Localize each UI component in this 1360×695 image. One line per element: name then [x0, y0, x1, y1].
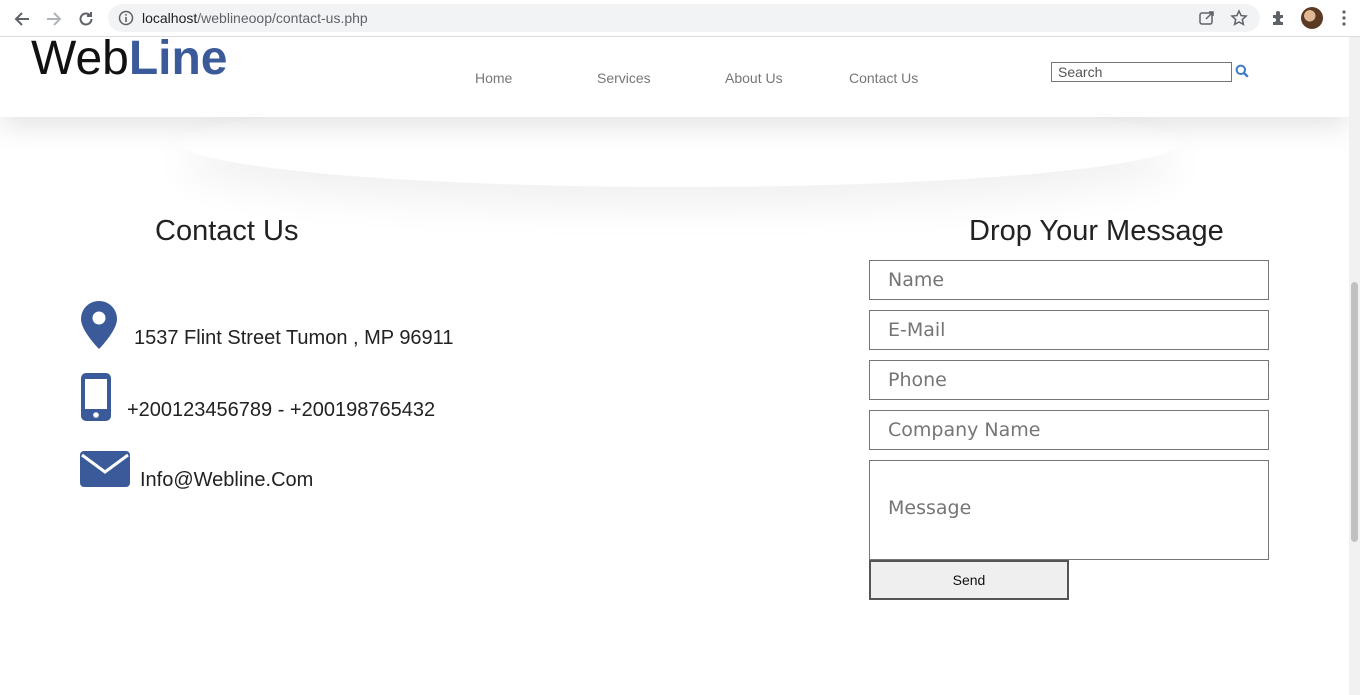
browser-toolbar: localhost/weblineoop/contact-us.php: [0, 0, 1360, 37]
name-field[interactable]: [869, 260, 1269, 300]
address-row: 1537 Flint Street Tumon , MP 96911: [80, 300, 453, 355]
page-viewport: WebLine Home Services About Us Contact U…: [0, 37, 1349, 695]
logo-web: Web: [31, 37, 129, 85]
extensions-icon[interactable]: [1269, 8, 1289, 28]
info-icon[interactable]: [118, 10, 134, 31]
menu-icon[interactable]: [1334, 8, 1354, 28]
address-text: 1537 Flint Street Tumon , MP 96911: [134, 327, 454, 349]
nav-about-us[interactable]: About Us: [725, 70, 783, 86]
url-host: localhost: [142, 10, 198, 26]
site-header: WebLine Home Services About Us Contact U…: [0, 37, 1349, 117]
search-input[interactable]: [1051, 62, 1232, 82]
send-button[interactable]: Send: [869, 560, 1069, 600]
form-title: Drop Your Message: [969, 215, 1224, 247]
share-icon[interactable]: [1198, 9, 1216, 32]
url-text: localhost/weblineoop/contact-us.php: [142, 10, 368, 26]
message-field[interactable]: [869, 460, 1269, 560]
nav-contact-us[interactable]: Contact Us: [849, 70, 918, 86]
phone-row: +200123456789 - +200198765432: [80, 372, 435, 427]
url-path: /weblineoop/contact-us.php: [197, 10, 368, 26]
map-marker-icon: [80, 300, 118, 355]
nav-home[interactable]: Home: [475, 70, 512, 86]
mobile-phone-icon: [80, 372, 112, 427]
address-bar[interactable]: localhost/weblineoop/contact-us.php: [108, 4, 1260, 32]
contact-title: Contact Us: [155, 215, 299, 247]
email-row: Info@Webline.Com: [80, 449, 313, 494]
email-field[interactable]: [869, 310, 1269, 350]
search-icon[interactable]: [1235, 64, 1251, 80]
logo-line: Line: [128, 37, 228, 85]
phone-field[interactable]: [869, 360, 1269, 400]
scrollbar-thumb[interactable]: [1351, 282, 1358, 542]
back-icon[interactable]: [11, 8, 33, 30]
envelope-icon: [80, 449, 130, 494]
forward-icon[interactable]: [43, 8, 65, 30]
reload-icon[interactable]: [75, 8, 97, 30]
page-scrollbar[interactable]: [1349, 37, 1360, 695]
profile-avatar[interactable]: [1301, 7, 1323, 29]
site-logo[interactable]: WebLine: [31, 37, 228, 87]
nav-services[interactable]: Services: [597, 70, 651, 86]
email-text[interactable]: Info@Webline.Com: [140, 469, 313, 492]
star-icon[interactable]: [1230, 9, 1248, 32]
phone-text: +200123456789 - +200198765432: [127, 399, 436, 421]
company-field[interactable]: [869, 410, 1269, 450]
